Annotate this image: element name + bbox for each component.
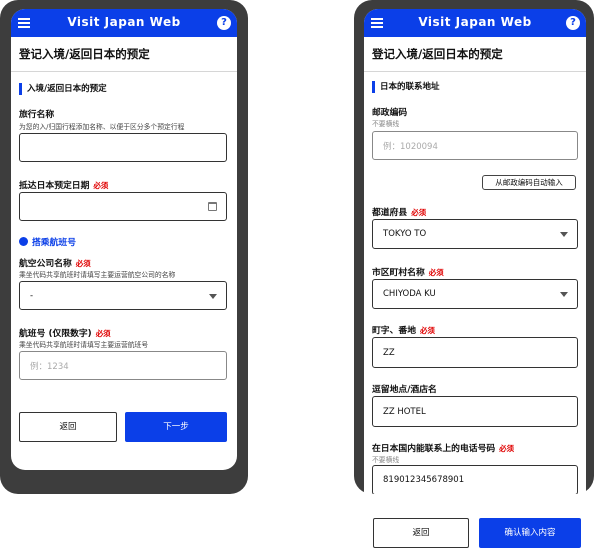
street-input[interactable]: ZZ xyxy=(372,337,578,368)
postal-autofill-button[interactable]: 从邮政编码自动输入 xyxy=(482,175,576,190)
city-select-value: CHIYODA KU xyxy=(383,289,436,299)
postal-code-hint: 不要横线 xyxy=(372,120,400,128)
trip-name-label: 旅行名称 xyxy=(19,110,55,120)
trip-name-input[interactable] xyxy=(19,133,227,162)
airline-label: 航空公司名称 必须 xyxy=(19,256,91,269)
city-label-text: 市区町村名称 xyxy=(372,268,425,278)
required-badge: 必须 xyxy=(499,444,515,453)
divider xyxy=(11,71,237,72)
phone-input[interactable]: 819012345678901 xyxy=(372,465,578,494)
transport-radio-label: 搭乘航班号 xyxy=(32,238,76,248)
app-title: Visit Japan Web xyxy=(67,15,181,29)
help-icon[interactable]: ? xyxy=(217,16,231,30)
airline-select-value: - xyxy=(30,290,34,301)
flight-number-label-text: 航班号 (仅限数字) xyxy=(19,329,92,339)
page-title: 登记入境/返回日本的预定 xyxy=(372,47,503,61)
help-icon[interactable]: ? xyxy=(566,16,580,30)
section-heading: 入境/返回日本的预定 xyxy=(19,83,107,95)
city-select[interactable]: CHIYODA KU xyxy=(372,279,578,309)
prefecture-select[interactable]: TOKYO TO xyxy=(372,219,578,249)
airline-hint: 乘坐代码共享航班时请填写主要运营航空公司的名称 xyxy=(19,271,176,279)
required-badge: 必须 xyxy=(411,208,427,217)
airline-label-text: 航空公司名称 xyxy=(19,259,72,269)
app-title: Visit Japan Web xyxy=(418,15,532,29)
postal-code-input[interactable]: 例：1020094 xyxy=(372,131,578,160)
trip-name-hint: 为您的入/归国行程添加名称、以便于区分多个预定行程 xyxy=(19,123,185,131)
flight-number-input[interactable]: 例：1234 xyxy=(19,351,227,380)
prefecture-select-value: TOKYO TO xyxy=(383,229,427,239)
next-button[interactable]: 下一步 xyxy=(125,412,227,442)
prefecture-label-text: 都道府县 xyxy=(372,208,408,218)
hotel-label: 逗留地点/酒店名 xyxy=(372,385,437,395)
screen-left: Visit Japan Web ? 登记入境/返回日本的预定 入境/返回日本的预… xyxy=(11,9,237,470)
required-badge: 必须 xyxy=(75,259,91,268)
screen-right: Visit Japan Web ? 登记入境/返回日本的预定 日本的联系地址 邮… xyxy=(364,9,586,494)
required-badge: 必须 xyxy=(428,268,444,277)
app-header: Visit Japan Web ? xyxy=(11,9,237,37)
street-label: 町字、番地 必须 xyxy=(372,323,435,336)
street-label-text: 町字、番地 xyxy=(372,326,416,336)
required-badge: 必须 xyxy=(95,329,111,338)
app-header: Visit Japan Web ? xyxy=(364,9,586,37)
phone-hint: 不要横线 xyxy=(372,456,400,464)
radio-selected-icon xyxy=(19,237,28,246)
phone-label-text: 在日本国内能联系上的电话号码 xyxy=(372,444,496,454)
divider xyxy=(364,71,586,72)
required-badge: 必须 xyxy=(93,181,109,190)
section-heading: 日本的联系地址 xyxy=(372,81,440,93)
flight-number-label: 航班号 (仅限数字) 必须 xyxy=(19,326,111,339)
arrival-date-label-text: 抵达日本预定日期 xyxy=(19,181,90,191)
arrival-date-input[interactable] xyxy=(19,192,227,221)
city-label: 市区町村名称 必须 xyxy=(372,265,444,278)
hotel-input[interactable]: ZZ HOTEL xyxy=(372,396,578,427)
phone-frame-left: Visit Japan Web ? 登记入境/返回日本的预定 入境/返回日本的预… xyxy=(0,0,248,494)
confirm-button[interactable]: 确认输入内容 xyxy=(479,518,581,548)
phone-label: 在日本国内能联系上的电话号码 必须 xyxy=(372,441,514,454)
flight-number-hint: 乘坐代码共享航班时请填写主要运营航班号 xyxy=(19,341,149,349)
page-title: 登记入境/返回日本的预定 xyxy=(19,47,150,61)
back-button[interactable]: 返回 xyxy=(19,412,117,442)
postal-code-label: 邮政编码 xyxy=(372,108,408,118)
phone-frame-right: Visit Japan Web ? 登记入境/返回日本的预定 日本的联系地址 邮… xyxy=(354,0,594,494)
calendar-icon[interactable] xyxy=(208,201,217,211)
prefecture-label: 都道府县 必须 xyxy=(372,205,426,218)
airline-select[interactable]: - xyxy=(19,281,227,310)
chevron-down-icon xyxy=(209,293,217,299)
chevron-down-icon xyxy=(560,232,568,237)
chevron-down-icon xyxy=(560,292,568,297)
transport-radio-flight[interactable]: 搭乘航班号 xyxy=(19,235,76,248)
arrival-date-label: 抵达日本预定日期 必须 xyxy=(19,178,108,191)
back-button[interactable]: 返回 xyxy=(373,518,469,548)
required-badge: 必须 xyxy=(420,326,435,335)
